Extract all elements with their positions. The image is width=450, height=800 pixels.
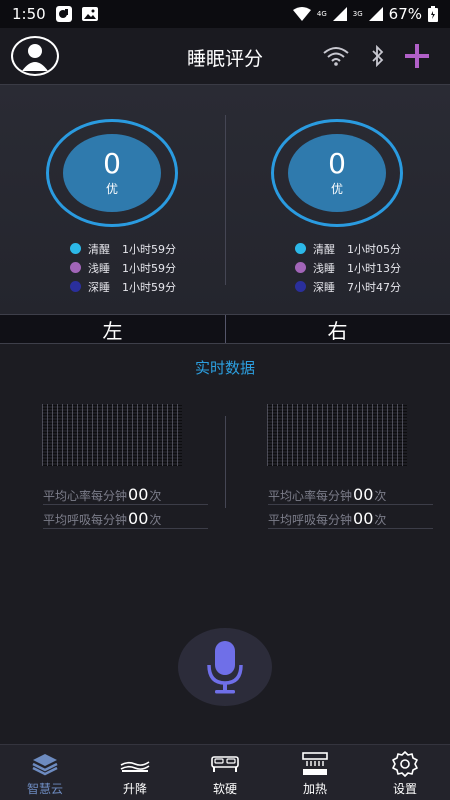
heart-rate-value: 00	[128, 485, 149, 504]
breath-rate-right: 平均呼吸每分钟 00 次	[268, 507, 433, 529]
bed-firmness-icon	[211, 756, 239, 772]
add-icon	[405, 44, 429, 68]
awake-time: 1小时05分	[347, 242, 401, 256]
legend-item-awake: 清醒 1小时05分	[295, 239, 401, 258]
bottom-navigation: 智慧云 升降 软硬 加热 设置	[0, 744, 450, 800]
score-value-right: 0	[328, 146, 346, 180]
wifi-icon	[323, 47, 349, 66]
breath-rate-unit: 次	[149, 513, 162, 527]
deep-sleep-time: 1小时59分	[122, 280, 176, 294]
breath-rate-unit: 次	[374, 513, 387, 527]
heating-icon	[302, 752, 328, 775]
nav-item-smart-cloud[interactable]: 智慧云	[0, 745, 90, 800]
network-badge-2: 3G	[352, 10, 363, 18]
score-circle-left: 0 优	[63, 134, 161, 212]
legend-item-awake: 清醒 1小时59分	[70, 239, 176, 258]
gear-icon	[392, 751, 418, 777]
legend-item-deep: 深睡 1小时59分	[70, 277, 176, 296]
wifi-button[interactable]	[322, 42, 350, 70]
heart-rate-unit: 次	[374, 489, 387, 503]
realtime-divider	[225, 416, 226, 508]
side-tab-left[interactable]: 左	[0, 315, 225, 343]
heart-rate-label: 平均心率每分钟	[43, 489, 128, 503]
nav-item-settings[interactable]: 设置	[360, 745, 450, 800]
light-sleep-time: 1小时13分	[347, 261, 401, 275]
legend-item-deep: 深睡 7小时47分	[295, 277, 401, 296]
microphone-icon	[207, 641, 243, 694]
awake-dot-icon	[295, 243, 306, 254]
app-header: 睡眠评分	[0, 28, 450, 84]
nav-item-lift[interactable]: 升降	[90, 745, 180, 800]
heart-rate-right: 平均心率每分钟 00 次	[268, 483, 433, 505]
realtime-graph-right	[267, 404, 407, 466]
breath-rate-label: 平均呼吸每分钟	[268, 513, 353, 527]
heart-rate-unit: 次	[149, 489, 162, 503]
heart-rate-value: 00	[353, 485, 374, 504]
bluetooth-button[interactable]	[364, 42, 392, 70]
legend-item-light: 浅睡 1小时13分	[295, 258, 401, 277]
status-bar: 1:50 4G 3G 67%	[0, 0, 450, 28]
signal-icon-2	[368, 7, 383, 21]
score-value-left: 0	[103, 146, 121, 180]
gallery-notification-icon	[81, 7, 98, 21]
bluetooth-icon	[372, 45, 384, 67]
deep-sleep-dot-icon	[70, 281, 81, 292]
notification-app-icon	[55, 6, 72, 22]
right-side-score: 0 优 清醒 1小时05分 浅睡 1小时13分 深睡 7小时47分	[225, 85, 450, 315]
wifi-status-icon	[292, 7, 311, 21]
sleep-score-panel: 0 优 清醒 1小时59分 浅睡 1小时59分 深睡 1小时59分 0 优 清醒…	[0, 84, 450, 314]
heart-rate-label: 平均心率每分钟	[268, 489, 353, 503]
layers-icon	[32, 754, 58, 776]
side-selector: 左 右	[0, 314, 450, 344]
legend-item-light: 浅睡 1小时59分	[70, 258, 176, 277]
breath-rate-value: 00	[353, 509, 374, 528]
score-grade-left: 优	[105, 181, 118, 196]
battery-percent: 67%	[388, 5, 422, 23]
light-sleep-time: 1小时59分	[122, 261, 176, 275]
battery-icon	[428, 6, 438, 22]
signal-icon	[332, 7, 347, 21]
bed-lift-icon	[120, 761, 150, 772]
voice-button[interactable]	[178, 628, 272, 706]
sleep-legend-right: 清醒 1小时05分 浅睡 1小时13分 深睡 7小时47分	[295, 239, 401, 296]
status-time: 1:50	[12, 5, 46, 23]
score-ring-left[interactable]: 0 优	[46, 119, 178, 227]
nav-item-heating[interactable]: 加热	[270, 745, 360, 800]
realtime-title: 实时数据	[194, 359, 255, 377]
left-side-score: 0 优 清醒 1小时59分 浅睡 1小时59分 深睡 1小时59分	[0, 85, 225, 315]
awake-dot-icon	[70, 243, 81, 254]
realtime-graph-left	[42, 404, 182, 466]
nav-item-firmness[interactable]: 软硬	[180, 745, 270, 800]
awake-time: 1小时59分	[122, 242, 176, 256]
light-sleep-dot-icon	[295, 262, 306, 273]
score-grade-right: 优	[330, 181, 343, 196]
light-sleep-dot-icon	[70, 262, 81, 273]
score-circle-right: 0 优	[288, 134, 386, 212]
side-tab-right[interactable]: 右	[225, 315, 450, 343]
deep-sleep-time: 7小时47分	[347, 280, 401, 294]
network-badge-1: 4G	[316, 10, 327, 18]
sleep-legend-left: 清醒 1小时59分 浅睡 1小时59分 深睡 1小时59分	[70, 239, 176, 296]
breath-rate-value: 00	[128, 509, 149, 528]
score-ring-right[interactable]: 0 优	[271, 119, 403, 227]
breath-rate-label: 平均呼吸每分钟	[43, 513, 128, 527]
breath-rate-left: 平均呼吸每分钟 00 次	[43, 507, 208, 529]
add-device-button[interactable]	[403, 42, 431, 70]
heart-rate-left: 平均心率每分钟 00 次	[43, 483, 208, 505]
deep-sleep-dot-icon	[295, 281, 306, 292]
